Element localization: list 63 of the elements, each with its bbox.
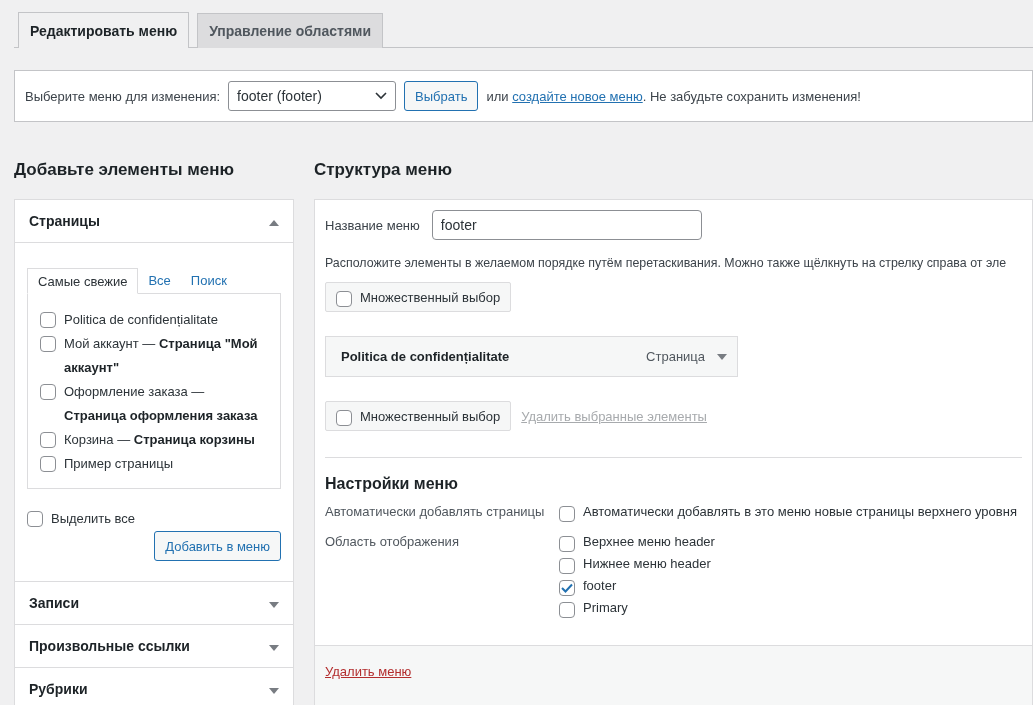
expand-arrow-icon[interactable] xyxy=(717,353,727,360)
checkbox[interactable] xyxy=(40,432,56,448)
option-label: Primary xyxy=(583,599,628,617)
instructions-text: Расположите элементы в желаемом порядке путём перетаскивания. Можно также щёлкнуть на стрелку справа от эле xyxy=(325,256,1008,270)
menu-name-label: Название меню xyxy=(325,217,420,233)
page-option: Оформление заказа — Страница оформления заказа xyxy=(64,380,268,428)
expand-arrow-icon[interactable] xyxy=(269,645,279,651)
select-all-label: Выделить все xyxy=(51,510,136,528)
accordion-header[interactable]: Страницы xyxy=(15,200,293,243)
bulk-select-button[interactable]: Множественный выбор xyxy=(325,282,512,312)
collapse-arrow-icon[interactable] xyxy=(269,220,279,226)
checkbox[interactable] xyxy=(559,536,575,552)
checkbox[interactable] xyxy=(559,580,575,596)
option-label: Верхнее меню header xyxy=(583,533,715,551)
accordion-title: Произвольные ссылки xyxy=(29,638,190,654)
select-button[interactable]: Выбрать xyxy=(404,81,479,111)
accordion-title: Страницы xyxy=(29,213,100,229)
accordion-title: Рубрики xyxy=(29,681,88,697)
accordion-header[interactable]: Записи xyxy=(15,582,293,625)
checkbox[interactable] xyxy=(559,558,575,574)
menu-dropdown[interactable]: footer (footer) xyxy=(228,81,397,111)
checkbox[interactable] xyxy=(559,506,575,522)
checkbox[interactable] xyxy=(40,456,56,472)
accordion-header[interactable]: Рубрики xyxy=(15,668,293,705)
checkbox[interactable] xyxy=(40,336,56,352)
page-option: Пример страницы xyxy=(64,452,173,476)
menu-item-type: Страница xyxy=(646,349,705,364)
checkbox[interactable] xyxy=(336,410,352,426)
option-label: Нижнее меню header xyxy=(583,555,711,573)
sub-tab[interactable]: Поиск xyxy=(180,267,237,293)
sub-tab[interactable]: Самые свежие xyxy=(27,268,139,294)
sub-tab[interactable]: Все xyxy=(138,267,181,293)
create-menu-link[interactable]: создайте новое меню xyxy=(512,88,643,104)
accordion-title: Записи xyxy=(29,595,79,611)
page-option: Politica de confidențialitate xyxy=(64,308,218,332)
checkbox[interactable] xyxy=(27,511,43,527)
tab[interactable]: Редактировать меню xyxy=(18,12,190,48)
create-menu-hint: или создайте новое меню. Не забудьте сохранить изменения! xyxy=(486,88,861,104)
section-heading: Структура меню xyxy=(314,160,454,181)
delete-menu-link[interactable]: Удалить меню xyxy=(325,664,412,679)
page-option: Мой аккаунт — Страница "Мой аккаунт" xyxy=(64,332,268,380)
option-label: footer xyxy=(583,577,617,595)
tab[interactable]: Управление областями xyxy=(197,13,384,48)
accordion-header[interactable]: Произвольные ссылки xyxy=(15,625,293,668)
checkbox[interactable] xyxy=(40,384,56,400)
menu-item-bar[interactable]: Politica de confidențialitate Страница xyxy=(325,336,738,377)
menu-name-field[interactable]: footer xyxy=(431,210,702,240)
menu-item-title: Politica de confidențialitate xyxy=(341,349,510,364)
option-label: Автоматически добавлять в это меню новые страницы верхнего уровня xyxy=(583,503,1017,521)
settings-heading: Настройки меню xyxy=(325,475,459,493)
checkbox[interactable] xyxy=(40,312,56,328)
page-option: Корзина — Страница корзины xyxy=(64,428,255,452)
expand-arrow-icon[interactable] xyxy=(269,688,279,694)
checkbox[interactable] xyxy=(336,291,352,307)
select-label: Выберите меню для изменения: xyxy=(25,88,221,104)
setting-label: Область отображения xyxy=(325,533,460,551)
add-to-menu-button[interactable]: Добавить в меню xyxy=(154,531,281,561)
bulk-select-button[interactable]: Множественный выбор xyxy=(325,401,512,431)
section-heading: Добавьте элементы меню xyxy=(14,160,236,181)
setting-label: Автоматически добавлять страницы xyxy=(325,503,546,521)
chevron-down-icon xyxy=(375,92,388,100)
checkbox[interactable] xyxy=(559,602,575,618)
expand-arrow-icon[interactable] xyxy=(269,602,279,608)
